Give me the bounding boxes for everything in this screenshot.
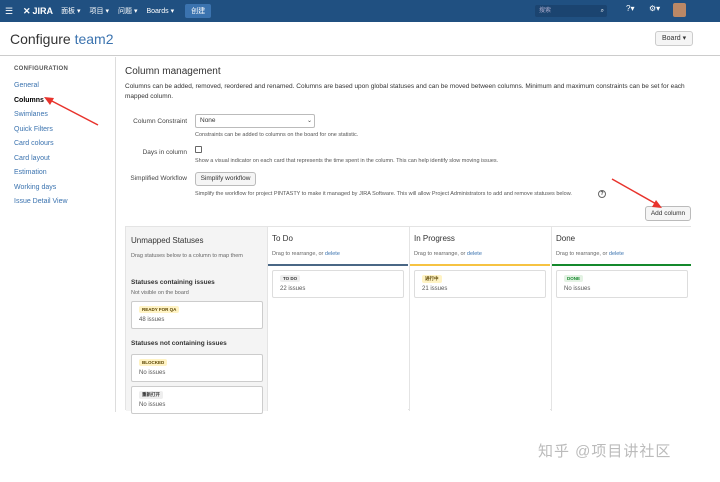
- sidebar-item-quick-filters[interactable]: Quick Filters: [14, 123, 101, 138]
- days-label: Days in column: [142, 149, 187, 156]
- status-lozenge: READY FOR QA: [139, 306, 180, 313]
- constraint-label: Column Constraint: [133, 118, 187, 125]
- search-icon: ⌕: [600, 8, 604, 14]
- column-color-bar: [410, 264, 550, 266]
- column-title: Done: [556, 234, 576, 243]
- chevron-down-icon: ⌄: [306, 118, 312, 124]
- sidebar-item-general[interactable]: General: [14, 79, 101, 94]
- column-sub: Drag to rearrange, or delete: [556, 251, 624, 257]
- unmapped-sub: Drag statuses below to a column to map t…: [131, 253, 243, 259]
- title-prefix: Configure: [10, 31, 75, 47]
- status-lozenge: TO DO: [280, 275, 301, 282]
- status-lozenge: BLOCKED: [139, 359, 168, 366]
- section-heading: Column management: [125, 66, 221, 77]
- project-link[interactable]: team2: [75, 31, 114, 47]
- gear-icon[interactable]: ⚙▾: [649, 4, 660, 13]
- delete-column-link[interactable]: delete: [609, 251, 624, 257]
- create-button[interactable]: 创建: [185, 4, 212, 18]
- jira-logo-icon: ✕: [23, 5, 31, 16]
- column-in-progress[interactable]: In Progress Drag to rearrange, or delete…: [409, 227, 550, 411]
- simplified-help: Simplify the workflow for project PINTAS…: [195, 191, 572, 197]
- status-lozenge: 进行中: [422, 275, 442, 283]
- help-icon[interactable]: ?▾: [626, 4, 634, 13]
- sidebar-item-working-days[interactable]: Working days: [14, 181, 101, 196]
- sidebar-item-issue-detail-view[interactable]: Issue Detail View: [14, 195, 101, 210]
- status-card-done[interactable]: DONE No issues: [556, 270, 688, 298]
- page-title: Configure team2: [10, 31, 114, 47]
- column-color-bar: [552, 264, 691, 266]
- simplify-workflow-button[interactable]: Simplify workflow: [195, 172, 256, 186]
- column-title: To Do: [272, 234, 293, 243]
- group-with-issues-title: Statuses containing issues: [131, 279, 215, 286]
- issue-count: No issues: [139, 402, 166, 408]
- sidebar-item-columns[interactable]: Columns: [14, 94, 101, 109]
- column-color-bar: [268, 264, 408, 266]
- issue-count: 21 issues: [422, 286, 448, 292]
- nav-boards[interactable]: Boards ▾: [146, 7, 174, 15]
- sidebar-item-estimation[interactable]: Estimation: [14, 166, 101, 181]
- logo-text: JIRA: [32, 6, 54, 16]
- board-dropdown-button[interactable]: Board ▾: [655, 31, 694, 46]
- sidebar-item-card-layout[interactable]: Card layout: [14, 152, 101, 167]
- nav-issues[interactable]: 问题 ▾: [118, 6, 137, 16]
- column-sub: Drag to rearrange, or delete: [272, 251, 340, 257]
- delete-column-link[interactable]: delete: [467, 251, 482, 257]
- unmapped-statuses-column: Unmapped Statuses Drag statuses below to…: [126, 227, 267, 414]
- issue-count: No issues: [564, 286, 591, 292]
- column-title: In Progress: [414, 234, 455, 243]
- column-constraint-select[interactable]: None ⌄: [195, 114, 315, 128]
- section-description: Columns can be added, removed, reordered…: [125, 83, 685, 100]
- column-management-section: Column management Columns can be added, …: [125, 66, 705, 102]
- nav-dashboards[interactable]: 面板 ▾: [61, 6, 80, 16]
- search-input[interactable]: 搜索 ⌕: [535, 5, 607, 17]
- status-card-in-progress[interactable]: 进行中 21 issues: [414, 270, 546, 298]
- simplified-label: Simplified Workflow: [130, 175, 187, 182]
- issue-count: 48 issues: [139, 317, 165, 323]
- group-with-issues-sub: Not visible on the board: [131, 290, 189, 296]
- days-help: Show a visual indicator on each card tha…: [195, 158, 499, 164]
- group-no-issues-title: Statuses not containing issues: [131, 340, 227, 347]
- add-column-button[interactable]: Add column: [645, 206, 691, 221]
- column-to-do[interactable]: To Do Drag to rearrange, or delete TO DO…: [267, 227, 408, 411]
- question-icon[interactable]: ?: [598, 190, 606, 198]
- constraint-value: None: [200, 117, 216, 124]
- avatar[interactable]: [673, 3, 686, 17]
- top-navigation-bar: ☰ ✕ JIRA 面板 ▾ 项目 ▾ 问题 ▾ Boards ▾ 创建 搜索 ⌕ …: [0, 0, 720, 22]
- watermark: 知乎 @项目讲社区: [538, 443, 672, 460]
- page-header: Configure team2 Board ▾: [0, 22, 720, 56]
- sidebar-item-card-colours[interactable]: Card colours: [14, 137, 101, 152]
- config-sidebar: CONFIGURATION General Columns Swimlanes …: [0, 57, 116, 412]
- app-switcher-icon[interactable]: ☰: [5, 6, 19, 17]
- sidebar-item-swimlanes[interactable]: Swimlanes: [14, 108, 101, 123]
- status-lozenge: DONE: [564, 275, 584, 282]
- sidebar-section-title: CONFIGURATION: [14, 66, 69, 72]
- nav-projects[interactable]: 项目 ▾: [90, 6, 109, 16]
- column-done[interactable]: Done Drag to rearrange, or delete DONE N…: [551, 227, 691, 411]
- issue-count: No issues: [139, 370, 166, 376]
- column-sub-text: Drag to rearrange, or: [414, 251, 467, 257]
- delete-column-link[interactable]: delete: [325, 251, 340, 257]
- constraint-help: Constraints can be added to columns on t…: [195, 132, 359, 138]
- status-lozenge: 重新打开: [139, 391, 163, 399]
- search-placeholder: 搜索: [539, 8, 552, 14]
- status-card-reopened[interactable]: 重新打开 No issues: [131, 386, 263, 414]
- status-card-ready-for-qa[interactable]: READY FOR QA 48 issues: [131, 301, 263, 329]
- jira-logo[interactable]: ✕ JIRA: [23, 6, 53, 17]
- column-board: Unmapped Statuses Drag statuses below to…: [125, 226, 691, 414]
- column-sub-text: Drag to rearrange, or: [556, 251, 609, 257]
- days-in-column-checkbox[interactable]: [195, 146, 202, 153]
- column-sub-text: Drag to rearrange, or: [272, 251, 325, 257]
- column-sub: Drag to rearrange, or delete: [414, 251, 482, 257]
- issue-count: 22 issues: [280, 286, 306, 292]
- unmapped-title: Unmapped Statuses: [131, 236, 204, 245]
- status-card-to-do[interactable]: TO DO 22 issues: [272, 270, 404, 298]
- status-card-blocked[interactable]: BLOCKED No issues: [131, 354, 263, 382]
